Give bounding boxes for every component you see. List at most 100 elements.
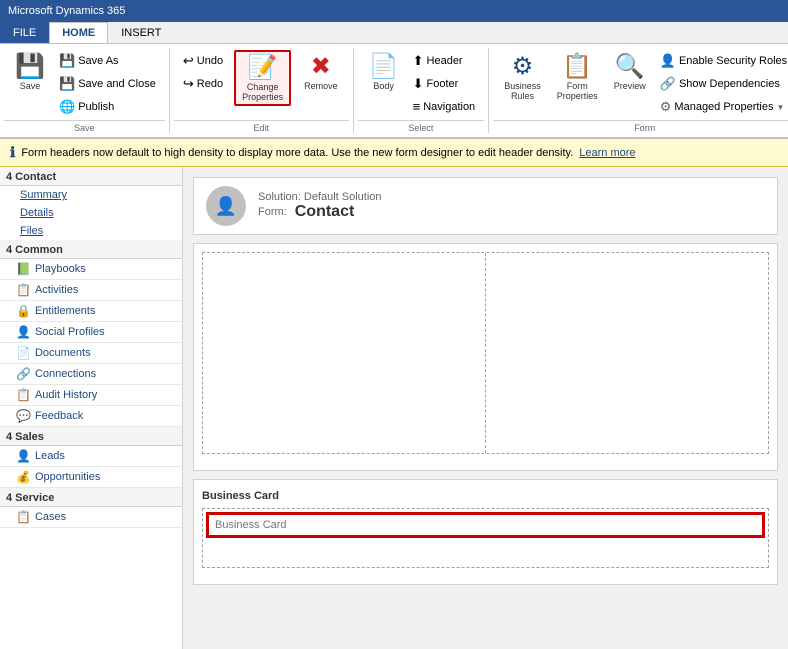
form-group-label: Form [493, 120, 788, 133]
playbooks-icon: 📗 [16, 262, 31, 276]
tab-home[interactable]: HOME [49, 22, 108, 43]
undo-redo-col: ↩ Undo ↪ Redo [178, 50, 228, 95]
sidebar-item-activities[interactable]: 📋 Activities [0, 280, 182, 301]
business-rules-button[interactable]: ⚙ BusinessRules [497, 50, 548, 104]
save-button[interactable]: 💾 Save [8, 50, 52, 94]
sidebar-item-social-profiles[interactable]: 👤 Social Profiles [0, 322, 182, 343]
sales-section-header: 4 Sales [0, 427, 182, 446]
ribbon-content: 💾 Save 💾 Save As 💾 Save and Close 🌐 Publ… [0, 44, 788, 139]
sidebar: 4 Contact Summary Details Files 4 Common… [0, 167, 183, 649]
main-layout: 4 Contact Summary Details Files 4 Common… [0, 167, 788, 649]
sidebar-item-audit-history[interactable]: 📋 Audit History [0, 385, 182, 406]
change-properties-button[interactable]: 📝 ChangeProperties [234, 50, 291, 106]
feedback-icon: 💬 [16, 409, 31, 423]
show-dependencies-label: Show Dependencies [679, 78, 780, 90]
redo-button[interactable]: ↪ Redo [178, 73, 228, 95]
form-canvas-upper [193, 243, 778, 471]
body-button[interactable]: 📄 Body [362, 50, 406, 94]
save-close-icon: 💾 [59, 76, 75, 92]
undo-label: Undo [197, 55, 223, 67]
sidebar-item-files[interactable]: Files [0, 222, 182, 240]
sidebar-item-cases[interactable]: 📋 Cases [0, 507, 182, 528]
save-icon: 💾 [15, 53, 45, 81]
ribbon-group-edit: ↩ Undo ↪ Redo 📝 ChangeProperties ✖ Remov… [170, 48, 354, 133]
save-group-items: 💾 Save 💾 Save As 💾 Save and Close 🌐 Publ… [4, 48, 165, 120]
sidebar-item-leads[interactable]: 👤 Leads [0, 446, 182, 467]
footer-button[interactable]: ⬇ Footer [408, 73, 481, 95]
title-bar: Microsoft Dynamics 365 [0, 0, 788, 22]
sidebar-section-sales: 4 Sales 👤 Leads 💰 Opportunities [0, 427, 182, 488]
remove-button[interactable]: ✖ Remove [297, 50, 345, 94]
undo-button[interactable]: ↩ Undo [178, 50, 228, 72]
form-section-inner [203, 253, 768, 453]
sidebar-section-common: 4 Common 📗 Playbooks 📋 Activities 🔒 Enti… [0, 240, 182, 427]
form-header-text: Solution: Default Solution Form: Contact [258, 191, 382, 221]
ribbon-group-select: 📄 Body ⬆ Header ⬇ Footer ≡ Navigation Se… [354, 48, 490, 133]
select-group-label: Select [358, 120, 485, 133]
managed-properties-label: Managed Properties [674, 101, 773, 113]
change-properties-icon: 📝 [248, 54, 278, 82]
connections-icon: 🔗 [16, 367, 31, 381]
navigation-label: Navigation [423, 101, 475, 113]
publish-icon: 🌐 [59, 99, 75, 115]
sidebar-section-contact: 4 Contact Summary Details Files [0, 167, 182, 240]
sidebar-item-summary[interactable]: Summary [0, 186, 182, 204]
tab-insert[interactable]: INSERT [108, 22, 174, 43]
sidebar-item-connections[interactable]: 🔗 Connections [0, 364, 182, 385]
feedback-label: Feedback [35, 410, 83, 422]
publish-button[interactable]: 🌐 Publish [54, 96, 161, 118]
navigation-button[interactable]: ≡ Navigation [408, 96, 481, 117]
ribbon-group-form: ⚙ BusinessRules 📋 FormProperties 🔍 Previ… [489, 48, 788, 133]
sidebar-item-playbooks[interactable]: 📗 Playbooks [0, 259, 182, 280]
sidebar-item-feedback[interactable]: 💬 Feedback [0, 406, 182, 427]
cases-label: Cases [35, 511, 66, 523]
contact-section-header: 4 Contact [0, 167, 182, 186]
sidebar-item-documents[interactable]: 📄 Documents [0, 343, 182, 364]
select-group-items: 📄 Body ⬆ Header ⬇ Footer ≡ Navigation [358, 48, 485, 119]
info-bar: ℹ Form headers now default to high densi… [0, 139, 788, 167]
sidebar-item-entitlements[interactable]: 🔒 Entitlements [0, 301, 182, 322]
audit-history-label: Audit History [35, 389, 97, 401]
sidebar-item-opportunities[interactable]: 💰 Opportunities [0, 467, 182, 488]
documents-icon: 📄 [16, 346, 31, 360]
ribbon-group-save: 💾 Save 💾 Save As 💾 Save and Close 🌐 Publ… [0, 48, 170, 133]
show-dependencies-button[interactable]: 🔗 Show Dependencies [655, 73, 788, 95]
leads-icon: 👤 [16, 449, 31, 463]
social-profiles-icon: 👤 [16, 325, 31, 339]
save-secondary-buttons: 💾 Save As 💾 Save and Close 🌐 Publish [54, 50, 161, 118]
sidebar-section-service: 4 Service 📋 Cases [0, 488, 182, 528]
cases-icon: 📋 [16, 510, 31, 524]
documents-label: Documents [35, 347, 91, 359]
sidebar-item-details[interactable]: Details [0, 204, 182, 222]
business-rules-icon: ⚙ [512, 53, 534, 81]
enable-security-button[interactable]: 👤 Enable Security Roles [655, 50, 788, 72]
form-name: Contact [295, 203, 355, 221]
form-header: 👤 Solution: Default Solution Form: Conta… [193, 177, 778, 235]
managed-properties-button[interactable]: ⚙ Managed Properties ▼ [655, 96, 788, 118]
save-as-button[interactable]: 💾 Save As [54, 50, 161, 72]
form-column-right [486, 253, 768, 453]
business-card-input[interactable] [207, 513, 764, 537]
remove-label: Remove [304, 81, 338, 91]
remove-icon: ✖ [311, 53, 331, 81]
form-group-items: ⚙ BusinessRules 📋 FormProperties 🔍 Previ… [493, 48, 788, 120]
save-label: Save [20, 81, 41, 91]
preview-button[interactable]: 🔍 Preview [607, 50, 653, 94]
save-close-button[interactable]: 💾 Save and Close [54, 73, 161, 95]
header-label: Header [427, 55, 463, 67]
solution-row: Solution: Default Solution [258, 191, 382, 203]
navigation-icon: ≡ [413, 99, 421, 114]
form-properties-button[interactable]: 📋 FormProperties [550, 50, 605, 104]
save-as-icon: 💾 [59, 53, 75, 69]
security-icon: 👤 [660, 53, 676, 69]
save-as-label: Save As [78, 55, 118, 67]
entitlements-label: Entitlements [35, 305, 96, 317]
header-icon: ⬆ [413, 53, 424, 69]
form-column-left [203, 253, 486, 453]
tab-file[interactable]: FILE [0, 22, 49, 43]
header-button[interactable]: ⬆ Header [408, 50, 481, 72]
change-properties-label: ChangeProperties [242, 82, 283, 102]
learn-more-link[interactable]: Learn more [579, 147, 635, 159]
redo-icon: ↪ [183, 76, 194, 92]
common-section-header: 4 Common [0, 240, 182, 259]
